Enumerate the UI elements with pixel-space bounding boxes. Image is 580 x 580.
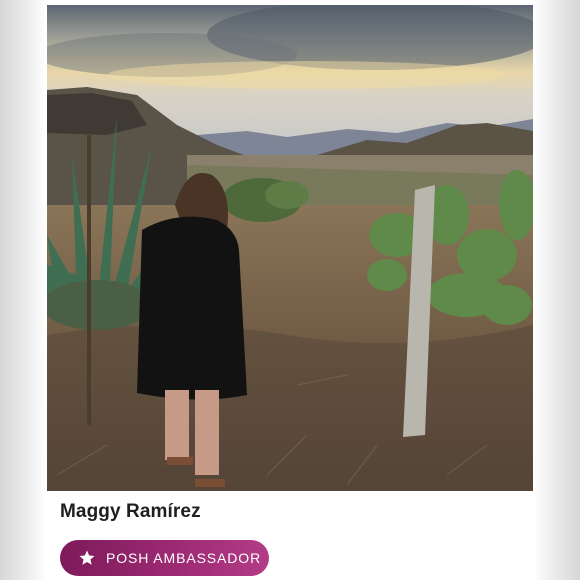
- profile-name[interactable]: Maggy Ramírez: [60, 501, 201, 523]
- star-icon: [78, 549, 96, 567]
- profile-photo[interactable]: [47, 5, 533, 491]
- landscape-image: [47, 5, 533, 491]
- profile-card: Maggy Ramírez POSH AMBASSADOR: [0, 0, 580, 580]
- posh-ambassador-badge[interactable]: POSH AMBASSADOR: [60, 540, 269, 576]
- badge-label: POSH AMBASSADOR: [106, 550, 262, 566]
